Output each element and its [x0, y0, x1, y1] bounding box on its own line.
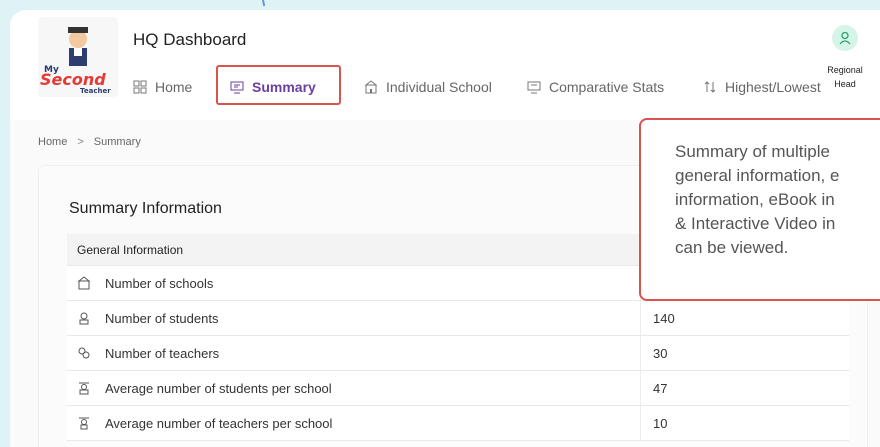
user-role-line1: Regional: [827, 65, 863, 75]
user-icon: [832, 25, 858, 51]
row-label: Number of students: [105, 310, 219, 326]
user-menu[interactable]: Regional Head: [815, 25, 875, 91]
row-label: Number of schools: [105, 275, 214, 291]
row-label: Average number of teachers per school: [105, 415, 333, 431]
row-label: Number of teachers: [105, 345, 220, 361]
app-title: HQ Dashboard: [133, 30, 247, 49]
sort-icon: [703, 80, 717, 94]
school-icon: [364, 80, 378, 94]
school-icon: [77, 276, 91, 290]
summary-tooltip: Summary of multiple general information,…: [639, 118, 880, 301]
student-icon: [77, 381, 91, 395]
row-value: 30: [640, 336, 849, 370]
nav-home[interactable]: Home: [133, 70, 192, 104]
nav-individual-school[interactable]: Individual School: [364, 70, 492, 104]
user-role-line2: Head: [834, 79, 856, 89]
breadcrumb: Home > Summary: [38, 136, 141, 148]
nav-home-label: Home: [155, 79, 193, 95]
breadcrumb-separator: >: [77, 136, 84, 148]
nav-comparative-stats[interactable]: Comparative Stats: [527, 70, 664, 104]
nav-highest-lowest[interactable]: Highest/Lowest: [703, 70, 821, 104]
top-bar: My Second Teacher HQ Dashboard Home Summ…: [10, 10, 880, 110]
row-value: 10: [640, 406, 849, 440]
grid-icon: [133, 80, 147, 94]
breadcrumb-home[interactable]: Home: [38, 136, 67, 148]
nav-comparative-stats-label: Comparative Stats: [549, 79, 665, 95]
nav-individual-school-label: Individual School: [386, 79, 492, 95]
row-value: 47: [640, 371, 849, 405]
row-label: Average number of students per school: [105, 380, 332, 396]
table-row: Average number of students per school 47: [67, 371, 849, 406]
summary-highlight: [216, 65, 341, 105]
teacher-icon: [77, 416, 91, 430]
teachers-icon: [77, 346, 91, 360]
student-icon: [77, 311, 91, 325]
section-title: Summary Information: [69, 200, 222, 217]
table-row: Number of teachers 30: [67, 336, 849, 371]
monitor-icon: [527, 80, 541, 94]
breadcrumb-current: Summary: [93, 136, 141, 148]
table-row: Number of students 140: [67, 301, 849, 336]
nav-highest-lowest-label: Highest/Lowest: [725, 79, 821, 95]
svg-text:Teacher: Teacher: [80, 87, 111, 95]
row-value: 140: [640, 301, 849, 335]
app-logo[interactable]: My Second Teacher: [38, 17, 118, 97]
logo-icon: My Second Teacher: [40, 27, 111, 95]
table-header-label: General Information: [77, 242, 184, 257]
table-row: Average number of teachers per school 10: [67, 406, 849, 441]
